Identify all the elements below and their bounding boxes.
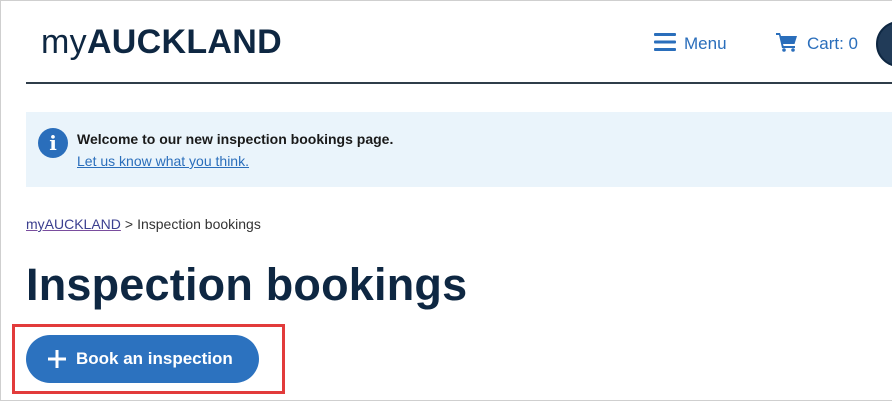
breadcrumb-home-link[interactable]: myAUCKLAND — [26, 216, 121, 232]
page-title: Inspection bookings — [26, 259, 468, 310]
book-inspection-label: Book an inspection — [76, 349, 233, 368]
menu-label: Menu — [684, 34, 727, 53]
breadcrumb-current: Inspection bookings — [137, 216, 261, 232]
cart-label: Cart: 0 — [807, 34, 859, 53]
site-logo[interactable]: myAUCKLAND — [41, 23, 282, 62]
menu-button[interactable]: Menu — [654, 30, 727, 58]
account-avatar[interactable] — [876, 21, 892, 67]
breadcrumb-separator: > — [124, 216, 134, 232]
info-icon: i — [38, 128, 68, 158]
feedback-link[interactable]: Let us know what you think. — [77, 153, 249, 169]
logo-prefix: my — [41, 23, 87, 61]
book-inspection-button[interactable]: Book an inspection — [26, 335, 259, 383]
avatar-circle — [876, 21, 892, 67]
cart-button[interactable]: Cart: 0 — [776, 30, 858, 58]
breadcrumb: myAUCKLAND > Inspection bookings — [26, 216, 261, 232]
hamburger-icon — [654, 32, 684, 56]
cart-icon — [776, 32, 807, 57]
site-header: myAUCKLAND Menu Cart: 0 — [26, 1, 892, 84]
plus-icon — [48, 350, 66, 368]
feedback-banner: i Welcome to our new inspection bookings… — [26, 112, 892, 187]
banner-title: Welcome to our new inspection bookings p… — [77, 131, 394, 147]
logo-bold: AUCKLAND — [86, 23, 282, 61]
page-frame: myAUCKLAND Menu Cart: 0 i Welcome to our… — [0, 0, 892, 401]
